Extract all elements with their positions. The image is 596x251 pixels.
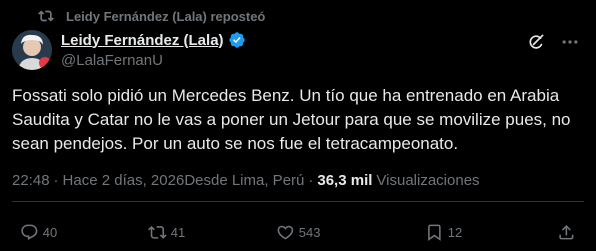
tweet-time[interactable]: 22:48 xyxy=(12,172,50,189)
repost-button[interactable]: 41 xyxy=(148,223,185,242)
author-names: Leidy Fernández (Lala) @LalaFernanU xyxy=(61,30,246,69)
divider xyxy=(12,201,584,202)
repost-action-icon xyxy=(148,225,167,239)
share-button[interactable] xyxy=(557,223,576,242)
meta-separator-2: · xyxy=(308,172,314,189)
tweet-text: Fossati solo pidió un Mercedes Benz. Un … xyxy=(12,86,571,153)
like-button[interactable]: 543 xyxy=(276,223,320,242)
reply-button[interactable]: 40 xyxy=(20,223,57,242)
share-icon xyxy=(559,224,574,240)
more-options-icon[interactable] xyxy=(560,32,580,52)
tweet-meta: 22:48 · Hace 2 días, 2026 Desde Lima, Pe… xyxy=(12,172,480,189)
bookmark-button[interactable]: 12 xyxy=(425,223,462,242)
action-bar: 40 41 543 12 xyxy=(20,222,576,242)
tweet-header: Leidy Fernández (Lala) @LalaFernanU xyxy=(12,30,584,74)
repost-label: Leidy Fernández (Lala) reposteó xyxy=(66,8,266,24)
meta-separator: · xyxy=(53,172,59,189)
author-handle[interactable]: @LalaFernanU xyxy=(61,52,246,69)
avatar[interactable] xyxy=(12,30,52,70)
repost-count: 41 xyxy=(170,224,186,240)
repost-indicator[interactable]: Leidy Fernández (Lala) reposteó xyxy=(38,8,265,24)
display-name[interactable]: Leidy Fernández (Lala) xyxy=(61,32,224,49)
header-actions xyxy=(526,32,580,52)
reply-icon xyxy=(21,224,38,240)
views-count[interactable]: 36,3 mil xyxy=(317,172,372,189)
repost-icon xyxy=(38,10,54,22)
reply-count: 40 xyxy=(42,224,58,240)
grok-icon[interactable] xyxy=(526,32,546,52)
like-count: 543 xyxy=(298,224,321,240)
heart-icon xyxy=(277,225,294,240)
tweet-date[interactable]: Hace 2 días, 2026 xyxy=(63,172,185,189)
views-label: Visualizaciones xyxy=(376,172,480,189)
bookmark-icon xyxy=(428,224,441,241)
tweet-location: Desde Lima, Perú xyxy=(184,172,305,189)
bookmark-count: 12 xyxy=(447,224,463,240)
verified-badge-icon[interactable] xyxy=(228,31,246,49)
